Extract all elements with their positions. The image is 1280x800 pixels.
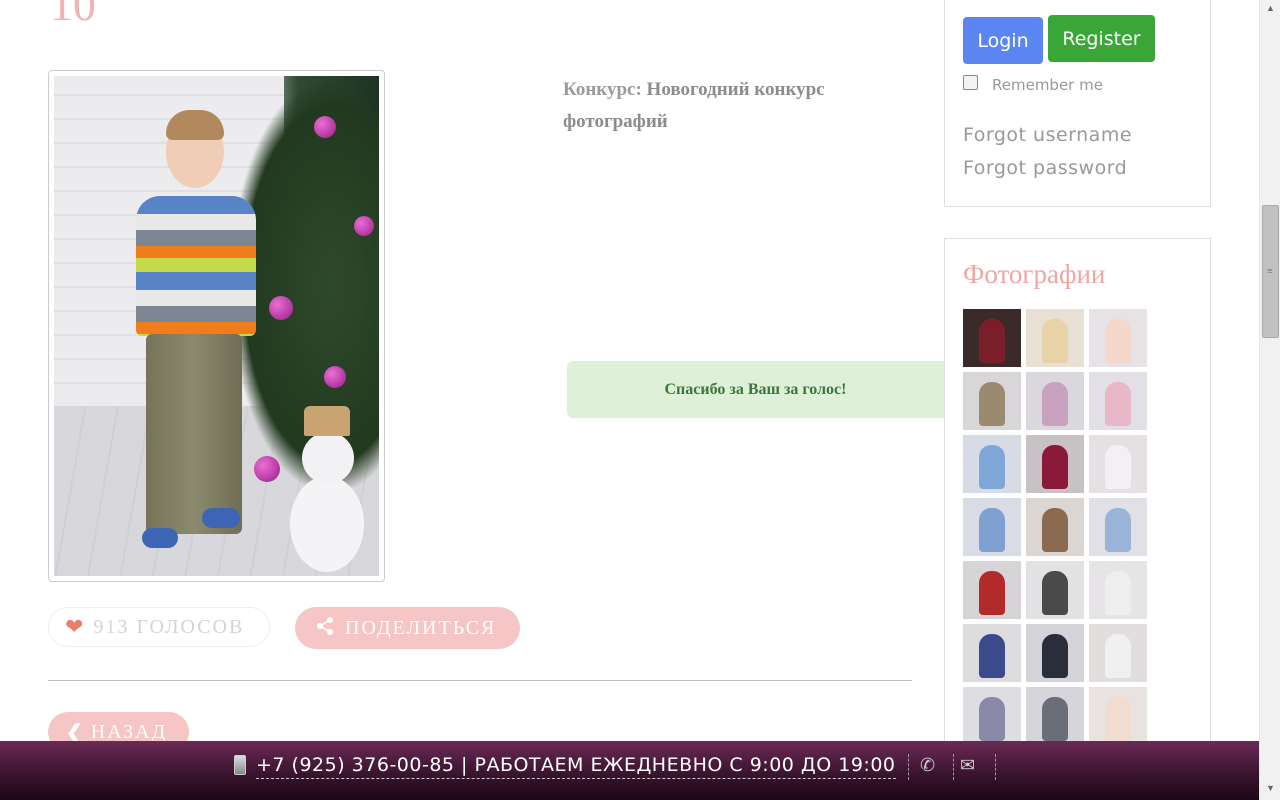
photo-thumbnail[interactable] [1026,372,1084,430]
contest-photo[interactable] [48,70,385,582]
photo-thumbnail[interactable] [963,435,1021,493]
photo-thumbnail[interactable] [1089,309,1147,367]
bar-separator [995,754,996,780]
photo-thumbnail[interactable] [1026,309,1084,367]
contact-text[interactable]: +7 (925) 376-00-85 | РАБОТАЕМ ЕЖЕДНЕВНО … [256,754,896,779]
photo-thumbnail[interactable] [1089,624,1147,682]
share-label: ПОДЕЛИТЬСЯ [345,616,497,639]
photo-thumbnail[interactable] [963,309,1021,367]
forgot-password-link[interactable]: Forgot password [963,157,1127,179]
scroll-thumb[interactable]: ≡ [1262,205,1279,338]
login-button[interactable]: Login [963,17,1043,64]
photos-panel: Фотографии [944,238,1211,758]
photo-thumbnail[interactable] [1026,561,1084,619]
login-panel: Login Register Remember me Forgot userna… [944,0,1211,207]
contest-label: Конкурс: [563,79,642,100]
page-title: 10 [50,0,96,30]
phone-icon[interactable]: ✆ [920,755,935,776]
photo-thumbnail[interactable] [1089,561,1147,619]
mobile-phone-icon [234,755,246,775]
register-button[interactable]: Register [1048,15,1155,62]
contest-info: Конкурс: Новогодний конкурс фотографий [563,74,863,138]
scroll-up-arrow-icon[interactable]: ▲ [1260,0,1280,17]
vote-count-label: 913 ГОЛОСОВ [93,615,245,638]
photo-thumbnail[interactable] [963,561,1021,619]
photo-thumbnail[interactable] [1026,687,1084,745]
photo-image [54,76,379,576]
photo-thumbnail[interactable] [963,624,1021,682]
photo-thumbnail[interactable] [963,687,1021,745]
vote-button[interactable]: ❤ 913 ГОЛОСОВ [48,607,270,647]
photo-thumbnail[interactable] [1026,624,1084,682]
photo-thumbnails [963,309,1147,745]
share-button[interactable]: ПОДЕЛИТЬСЯ [295,607,520,649]
bar-separator [953,754,954,780]
remember-me-label: Remember me [992,76,1103,94]
mail-icon[interactable]: ✉ [960,755,975,776]
photo-thumbnail[interactable] [1089,687,1147,745]
photo-thumbnail[interactable] [1089,498,1147,556]
remember-me-checkbox[interactable] [963,74,978,90]
vote-success-alert: Спасибо за Ваш за голос! [567,361,944,418]
heart-icon: ❤ [65,614,84,639]
divider [48,680,912,681]
photo-thumbnail[interactable] [963,372,1021,430]
photos-title: Фотографии [963,259,1106,289]
photo-thumbnail[interactable] [1026,435,1084,493]
bar-separator [908,754,909,780]
scroll-down-arrow-icon[interactable]: ▼ [1260,780,1280,797]
remember-me[interactable]: Remember me [963,74,1103,94]
page-scrollbar[interactable]: ▲ ≡ ▼ [1259,0,1280,800]
alert-message: Спасибо за Ваш за голос! [664,380,847,398]
photo-thumbnail[interactable] [1089,372,1147,430]
share-icon [315,616,335,641]
photo-thumbnail[interactable] [963,498,1021,556]
forgot-username-link[interactable]: Forgot username [963,124,1132,146]
contact-bar: +7 (925) 376-00-85 | РАБОТАЕМ ЕЖЕДНЕВНО … [0,741,1259,800]
photo-thumbnail[interactable] [1026,498,1084,556]
photo-thumbnail[interactable] [1089,435,1147,493]
